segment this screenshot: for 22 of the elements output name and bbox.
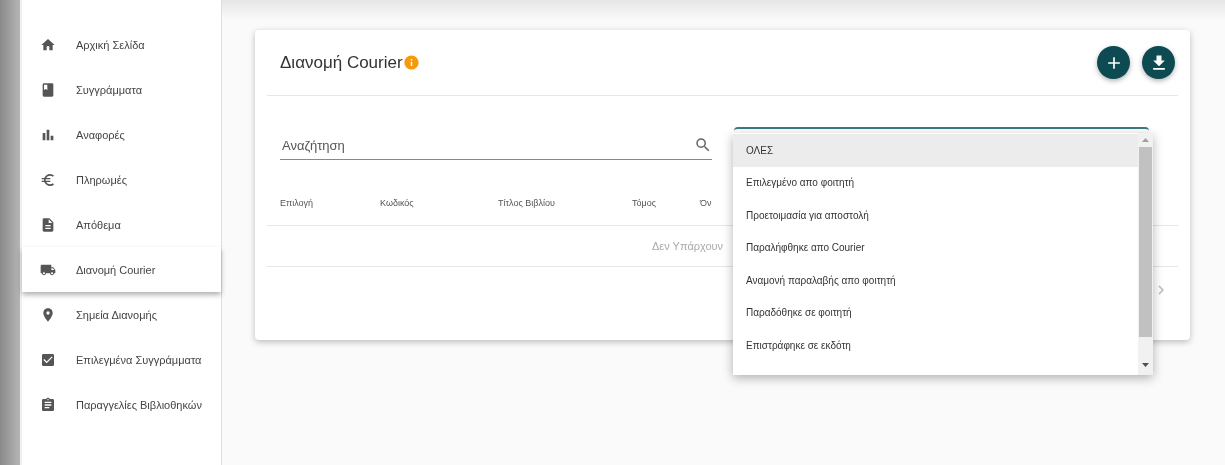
home-icon [40,36,56,53]
search-icon [694,136,712,154]
empty-message: Δεν Υπάρχουν [652,240,724,252]
scrollbar[interactable] [1138,133,1153,375]
search-field[interactable]: Αναζήτηση [280,136,694,154]
map-pin-icon [40,306,56,323]
menu-option[interactable]: ΟΛΕΣ [733,134,1138,167]
column-header: Επιλογή [280,197,315,208]
column-header: Όν [700,197,713,208]
checkbox-icon [40,351,56,368]
add-button[interactable] [1097,46,1130,79]
column-header: Κωδικός [380,197,415,208]
document-icon [40,216,56,233]
euro-icon [40,171,56,188]
column-header: Τόμος [632,197,658,208]
sidebar-item[interactable]: Διανομή Courier [22,247,221,292]
page-title: Διανομή Courier [280,52,420,73]
info-icon [402,54,420,71]
download-button[interactable] [1142,46,1175,79]
clipboard-icon [40,396,56,413]
book-icon [40,81,56,98]
column-header: Τίτλος Βιβλίου [498,197,556,208]
